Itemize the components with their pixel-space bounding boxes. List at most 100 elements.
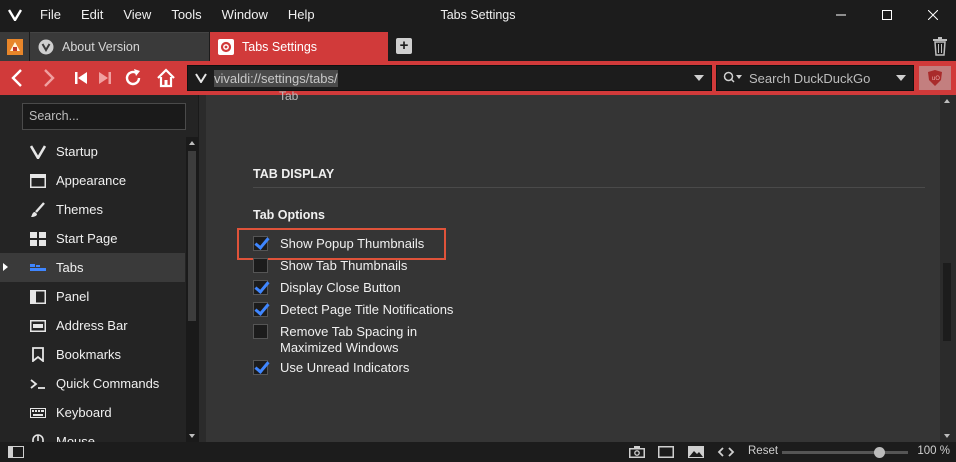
rewind-button[interactable] — [70, 67, 92, 89]
pinned-tab[interactable] — [0, 32, 29, 61]
search-bar[interactable]: Search DuckDuckGo — [716, 65, 914, 91]
sidebar-item-start-page[interactable]: Start Page — [0, 224, 185, 253]
forward-button[interactable] — [38, 67, 60, 89]
back-button[interactable] — [6, 67, 28, 89]
checkbox[interactable] — [253, 324, 268, 339]
zoom-slider[interactable] — [782, 447, 908, 458]
minimize-button[interactable] — [818, 0, 864, 30]
checkbox[interactable] — [253, 236, 268, 251]
option-show-tab-thumbnails[interactable]: Show Tab Thumbnails — [253, 258, 407, 273]
scroll-down-icon — [944, 434, 950, 438]
reload-button[interactable] — [122, 67, 144, 89]
code-arrows-icon[interactable] — [717, 445, 735, 459]
image-icon[interactable] — [687, 445, 705, 459]
sidebar-item-themes[interactable]: Themes — [0, 195, 185, 224]
vivaldi-logo-icon[interactable] — [0, 0, 30, 30]
group-title: Tab Options — [253, 208, 325, 222]
scroll-up-icon — [189, 141, 195, 145]
panel-toggle-icon[interactable] — [8, 446, 24, 458]
gear-icon — [218, 38, 234, 55]
back-icon — [11, 69, 22, 87]
checkbox[interactable] — [253, 280, 268, 295]
settings-category-list: Startup Appearance Themes Start Page Tab… — [0, 137, 185, 456]
sidebar-item-label: Panel — [56, 289, 90, 304]
sidebar-item-panel[interactable]: Panel — [0, 282, 185, 311]
option-detect-page-title-notifications[interactable]: Detect Page Title Notifications — [253, 302, 453, 317]
camera-icon[interactable] — [628, 445, 646, 459]
settings-sidebar: Search... Startup Appearance Themes Star… — [0, 95, 199, 450]
search-input[interactable]: Search DuckDuckGo — [745, 71, 889, 86]
zoom-reset-button[interactable]: Reset — [748, 445, 778, 457]
maximize-button[interactable] — [864, 0, 910, 30]
address-dropdown-button[interactable] — [687, 75, 711, 81]
tabs-icon — [30, 260, 46, 276]
section-divider — [253, 187, 925, 188]
menu-help[interactable]: Help — [278, 0, 325, 30]
close-window-button[interactable] — [910, 0, 956, 30]
sidebar-item-tabs[interactable]: Tabs — [0, 253, 185, 282]
maximize-icon — [882, 10, 892, 20]
settings-content: Tab TAB DISPLAY Tab Options Show Popup T… — [200, 89, 956, 442]
window-layout-icon[interactable] — [657, 445, 675, 459]
plus-icon: + — [399, 37, 409, 54]
home-button[interactable] — [155, 67, 177, 89]
option-show-popup-thumbnails[interactable]: Show Popup Thumbnails — [253, 236, 424, 251]
sidebar-item-quick-commands[interactable]: Quick Commands — [0, 369, 185, 398]
sidebar-scrollbar[interactable] — [186, 137, 198, 442]
sidebar-item-address-bar[interactable]: Address Bar — [0, 311, 185, 340]
keyboard-icon — [30, 405, 46, 421]
title-bar: File Edit View Tools Window Help Tabs Se… — [0, 0, 956, 30]
sidebar-item-label: Startup — [56, 144, 98, 159]
panel-icon — [30, 289, 46, 305]
option-label-line-2: Maximized Windows — [280, 340, 399, 355]
ublock-extension-button[interactable]: uO — [919, 66, 951, 90]
checkbox[interactable] — [253, 360, 268, 375]
menu-view[interactable]: View — [113, 0, 161, 30]
settings-search-input[interactable]: Search... — [22, 103, 186, 130]
bookmark-icon — [30, 347, 46, 363]
option-remove-tab-spacing[interactable]: Remove Tab Spacing in Maximized Windows — [253, 324, 417, 356]
close-icon — [928, 10, 938, 20]
menu-tools[interactable]: Tools — [161, 0, 211, 30]
menu-file[interactable]: File — [30, 0, 71, 30]
fast-forward-button[interactable] — [94, 67, 116, 89]
menu-window[interactable]: Window — [212, 0, 278, 30]
checkbox[interactable] — [253, 258, 268, 273]
search-dropdown-button[interactable] — [889, 75, 913, 81]
menu-bar: File Edit View Tools Window Help — [30, 0, 325, 30]
content-scrollbar[interactable] — [940, 95, 956, 442]
menu-edit[interactable]: Edit — [71, 0, 113, 30]
reload-icon — [125, 69, 141, 86]
option-label: Display Close Button — [280, 280, 401, 295]
tab-label: Tabs Settings — [242, 39, 318, 54]
new-tab-button[interactable]: + — [396, 38, 412, 54]
trash-button[interactable] — [932, 36, 948, 56]
sidebar-item-appearance[interactable]: Appearance — [0, 166, 185, 195]
content-scroll-thumb[interactable] — [943, 263, 951, 341]
tab-tabs-settings[interactable]: Tabs Settings — [210, 32, 388, 61]
grid-icon — [30, 231, 46, 247]
sidebar-item-startup[interactable]: Startup — [0, 137, 185, 166]
sidebar-item-keyboard[interactable]: Keyboard — [0, 398, 185, 427]
scroll-down-icon — [189, 434, 195, 438]
option-label: Show Tab Thumbnails — [280, 258, 408, 273]
sidebar-item-bookmarks[interactable]: Bookmarks — [0, 340, 185, 369]
vivaldi-v-icon — [188, 73, 214, 83]
sidebar-item-label: Start Page — [56, 231, 118, 246]
brush-icon — [30, 201, 46, 218]
sidebar-item-label: Keyboard — [56, 405, 112, 420]
tab-about-version[interactable]: About Version — [30, 32, 209, 61]
sidebar-scroll-thumb[interactable] — [188, 151, 196, 321]
fast-forward-icon — [99, 72, 111, 84]
option-display-close-button[interactable]: Display Close Button — [253, 280, 401, 295]
chevron-down-icon — [694, 75, 704, 81]
sidebar-item-label: Appearance — [56, 173, 127, 188]
sidebar-item-label: Address Bar — [56, 318, 128, 333]
url-input[interactable]: vivaldi://settings/tabs/ — [214, 69, 687, 87]
checkbox[interactable] — [253, 302, 268, 317]
option-use-unread-indicators[interactable]: Use Unread Indicators — [253, 360, 409, 375]
zoom-slider-handle[interactable] — [874, 447, 885, 458]
option-label: Detect Page Title Notifications — [280, 302, 454, 317]
address-bar[interactable]: vivaldi://settings/tabs/ — [187, 65, 712, 91]
tab-label: About Version — [62, 40, 140, 54]
